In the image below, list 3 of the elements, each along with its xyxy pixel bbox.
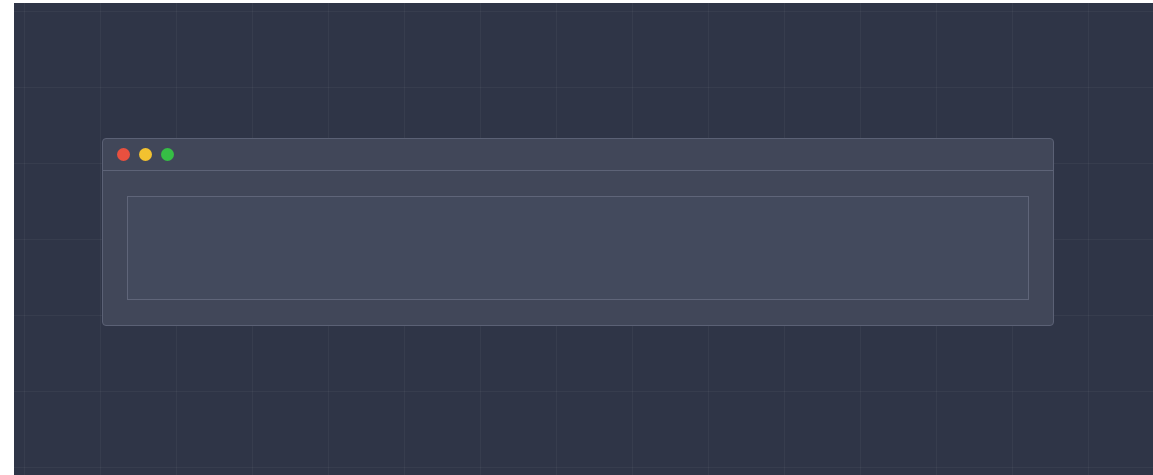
window-control-button[interactable] [139,148,152,161]
window-control-button[interactable] [161,148,174,161]
window-control-button[interactable] [117,148,130,161]
